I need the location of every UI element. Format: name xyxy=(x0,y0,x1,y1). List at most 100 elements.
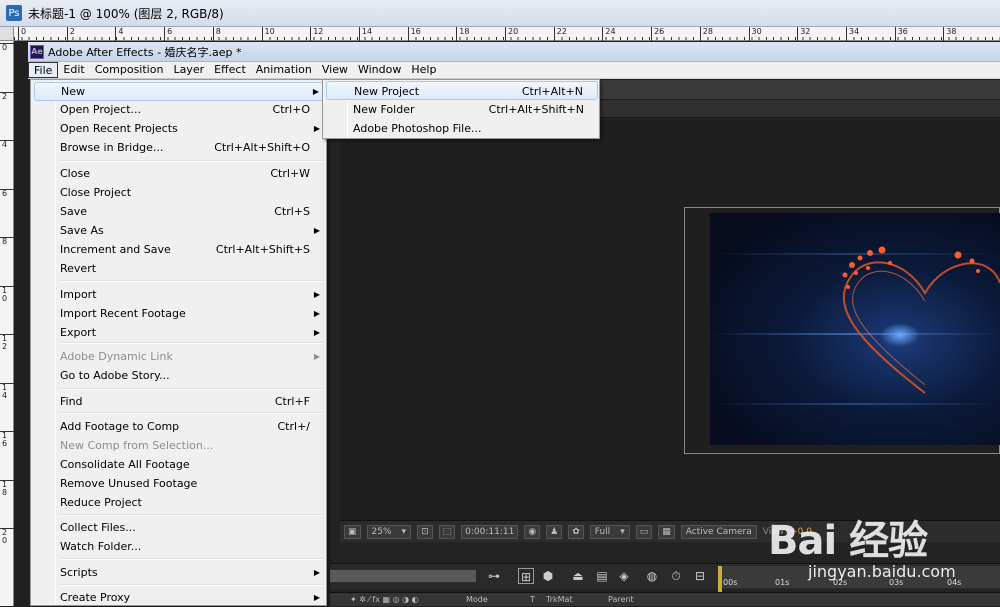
file-menu-item-new[interactable]: New ▶ xyxy=(34,82,324,101)
file-menu-item-save-as[interactable]: Save As ▶ xyxy=(34,221,324,240)
menu-separator xyxy=(59,514,323,516)
file-menu-item-export[interactable]: Export ▶ xyxy=(34,323,324,342)
timeline-search-field[interactable] xyxy=(330,570,476,582)
hide-shy-layers-icon[interactable]: ⏏ xyxy=(570,568,586,584)
file-menu-item-collect-files[interactable]: Collect Files... xyxy=(34,518,324,537)
motion-blur-icon[interactable]: ◈ xyxy=(616,568,632,584)
submenu-arrow-icon: ▶ xyxy=(313,352,320,361)
file-menu-item-scripts[interactable]: Scripts ▶ xyxy=(34,563,324,582)
file-menu-item-open-recent-projects[interactable]: Open Recent Projects ▶ xyxy=(34,119,324,138)
ruler-tick-label: 22 xyxy=(553,27,567,41)
file-menu-item-save[interactable]: Save Ctrl+S xyxy=(34,202,324,221)
file-menu-item-create-proxy[interactable]: Create Proxy ▶ xyxy=(34,588,324,607)
file-menu-item-revert[interactable]: Revert xyxy=(34,259,324,278)
safe-area-icon[interactable]: ⬚ xyxy=(438,524,456,539)
menu-layer[interactable]: Layer xyxy=(168,62,209,78)
menu-item-label: Export xyxy=(60,326,97,339)
camera-dropdown[interactable]: Active Camera xyxy=(680,524,757,539)
resolution-dropdown[interactable]: Full ▾ xyxy=(589,524,630,539)
ruler-tick-label: 14 xyxy=(358,27,372,41)
layer-switch-icons: ✦ ✲ ⁄ fx ▦ ◎ ◑ ◐ xyxy=(350,595,419,604)
file-menu-item-open-project[interactable]: Open Project... Ctrl+O xyxy=(34,100,324,119)
always-preview-icon[interactable]: ▣ xyxy=(344,524,361,539)
menu-edit[interactable]: Edit xyxy=(58,62,89,78)
submenu-arrow-icon: ▶ xyxy=(313,593,320,602)
timecode-display[interactable]: 0:00:11:11 xyxy=(461,524,519,539)
brainstorm-icon[interactable]: ⊟ xyxy=(692,568,708,584)
menu-composition[interactable]: Composition xyxy=(90,62,169,78)
channels-icon[interactable]: ✿ xyxy=(568,524,584,539)
file-menu-item-import-recent-footage[interactable]: Import Recent Footage ▶ xyxy=(34,304,324,323)
baidu-watermark: Bai 经验 jingyan.baidu.com xyxy=(768,496,1000,606)
file-menu-item-import[interactable]: Import ▶ xyxy=(34,285,324,304)
new-submenu-item-new-project[interactable]: New Project Ctrl+Alt+N xyxy=(326,81,598,100)
zoom-value: 25% xyxy=(371,526,392,537)
zoom-dropdown[interactable]: 25% ▾ xyxy=(366,524,412,539)
file-menu-item-add-footage-to-comp[interactable]: Add Footage to Comp Ctrl+/ xyxy=(34,417,324,436)
file-menu-item-go-to-adobe-story[interactable]: Go to Adobe Story... xyxy=(34,366,324,385)
graph-editor-icon[interactable]: ◍ xyxy=(644,568,660,584)
file-menu-item-reduce-project[interactable]: Reduce Project xyxy=(34,493,324,512)
file-menu-item-new-comp-from-selection: New Comp from Selection... xyxy=(34,436,324,455)
menu-item-shortcut: Ctrl+Alt+N xyxy=(521,85,583,98)
file-menu-item-browse-in-bridge[interactable]: Browse in Bridge... Ctrl+Alt+Shift+O xyxy=(34,138,324,157)
new-submenu-item-new-folder[interactable]: New Folder Ctrl+Alt+Shift+N xyxy=(326,100,598,119)
menu-item-shortcut: Ctrl+W xyxy=(270,167,310,180)
compact-icon[interactable]: ⊶ xyxy=(486,568,502,584)
ruler-tick-label: 38 xyxy=(943,27,956,41)
fit-icon[interactable]: ⊡ xyxy=(417,524,433,539)
ruler-tick-label: 12 xyxy=(310,27,323,41)
ruler-tick-label: 1 8 xyxy=(0,479,14,504)
menu-animation[interactable]: Animation xyxy=(251,62,317,78)
time-tick: 00s xyxy=(723,578,738,587)
ruler-tick-label: 4 xyxy=(115,27,123,41)
file-menu-item-close[interactable]: Close Ctrl+W xyxy=(34,164,324,183)
ruler-tick-label: 0 xyxy=(0,43,14,67)
menu-file[interactable]: File xyxy=(28,62,59,78)
composition-preview[interactable] xyxy=(710,213,1000,445)
ruler-tick-label: 2 xyxy=(0,91,14,116)
menu-effect[interactable]: Effect xyxy=(209,62,251,78)
submenu-arrow-icon: ▶ xyxy=(312,87,319,96)
region-of-interest-icon[interactable]: ▭ xyxy=(635,524,653,539)
menu-item-label: Revert xyxy=(60,262,97,275)
menu-window[interactable]: Window xyxy=(353,62,406,78)
host-titlebar: Ps 未标题-1 @ 100% (图层 2, RGB/8) xyxy=(0,0,1000,27)
snapshot-icon[interactable]: ◉ xyxy=(524,524,541,539)
menu-help[interactable]: Help xyxy=(406,62,441,78)
ruler-corner xyxy=(0,27,14,41)
file-menu-item-find[interactable]: Find Ctrl+F xyxy=(34,392,324,411)
draft-3d-icon[interactable]: ⬢ xyxy=(540,568,556,584)
file-menu-dropdown: New ▶ Open Project... Ctrl+O Open Recent Pro… xyxy=(30,79,327,606)
ruler-tick-label: 2 xyxy=(66,27,75,41)
menu-separator xyxy=(59,160,323,162)
file-menu-item-watch-folder[interactable]: Watch Folder... xyxy=(34,537,324,556)
menu-item-label: Add Footage to Comp xyxy=(60,420,180,433)
menu-item-label: Open Recent Projects xyxy=(60,122,178,135)
transparency-grid-icon[interactable]: ▦ xyxy=(658,524,675,539)
submenu-arrow-icon: ▶ xyxy=(313,290,320,299)
file-menu-item-close-project[interactable]: Close Project xyxy=(34,183,324,202)
show-snapshot-icon[interactable]: ♟ xyxy=(546,524,563,539)
ruler-tick-label: 6 xyxy=(164,27,172,41)
new-submenu: New Project Ctrl+Alt+N New Folder Ctrl+Alt+… xyxy=(322,79,600,139)
ruler-tick-label: 1 4 xyxy=(0,382,14,407)
new-submenu-item-adobe-photoshop-file[interactable]: Adobe Photoshop File... xyxy=(326,119,598,138)
file-menu-item-consolidate-all-footage[interactable]: Consolidate All Footage xyxy=(34,455,324,474)
menu-item-label: Adobe Photoshop File... xyxy=(353,122,482,135)
comp-mini-flowchart-icon[interactable]: ⊞ xyxy=(518,568,534,584)
timer-icon[interactable]: ⏱ xyxy=(668,568,684,584)
menu-view[interactable]: View xyxy=(317,62,353,78)
ae-titlebar: Ae Adobe After Effects - 婚庆名字.aep * xyxy=(28,42,1000,62)
menu-item-label: Import xyxy=(60,288,97,301)
frame-blending-icon[interactable]: ▤ xyxy=(594,568,610,584)
file-menu-item-remove-unused-footage[interactable]: Remove Unused Footage xyxy=(34,474,324,493)
menu-item-label: Save As xyxy=(60,224,104,237)
file-menu-item-increment-and-save[interactable]: Increment and Save Ctrl+Alt+Shift+S xyxy=(34,240,324,259)
ruler-tick-label: 32 xyxy=(797,27,810,41)
ruler-tick-label: 8 xyxy=(212,27,221,41)
menubar: File Edit Composition Layer Effect Anima… xyxy=(28,62,1000,79)
menu-separator xyxy=(59,412,323,414)
menu-item-shortcut: Ctrl+S xyxy=(274,205,310,218)
chevron-down-icon: ▾ xyxy=(620,526,625,537)
